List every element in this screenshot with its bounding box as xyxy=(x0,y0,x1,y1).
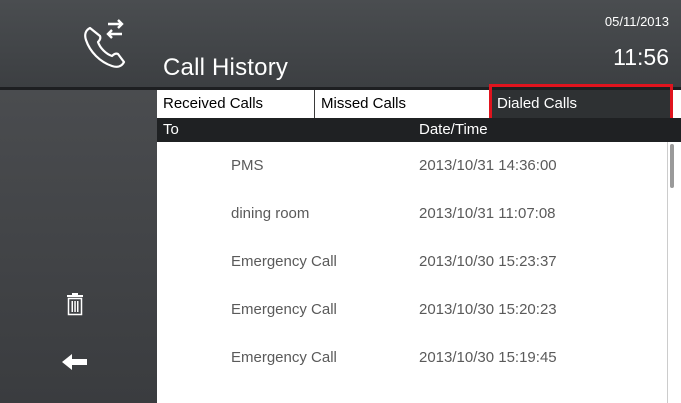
scroll-thumb[interactable] xyxy=(670,144,674,188)
list-item[interactable]: Emergency Call 2013/10/30 15:23:37 xyxy=(157,238,667,286)
page-title: Call History xyxy=(163,54,289,81)
list-item[interactable]: dining room 2013/10/31 11:07:08 xyxy=(157,190,667,238)
delete-button[interactable] xyxy=(55,288,95,320)
tab-missed-calls[interactable]: Missed Calls xyxy=(315,90,483,118)
column-header-row: To Date/Time xyxy=(157,118,681,142)
call-datetime: 2013/10/31 14:36:00 xyxy=(419,157,557,174)
header-date: 05/11/2013 xyxy=(604,14,669,29)
list-item[interactable]: Emergency Call 2013/10/30 15:19:45 xyxy=(157,334,667,382)
sidebar xyxy=(0,90,157,403)
call-to: PMS xyxy=(231,157,264,174)
call-to: Emergency Call xyxy=(231,253,337,270)
call-datetime: 2013/10/30 15:20:23 xyxy=(419,301,557,318)
list-item[interactable]: Emergency Call 2013/10/30 15:20:23 xyxy=(157,286,667,334)
scrollbar[interactable] xyxy=(667,142,681,403)
column-header-to: To xyxy=(163,121,179,138)
call-datetime: 2013/10/30 15:19:45 xyxy=(419,349,557,366)
back-button[interactable] xyxy=(55,346,95,378)
call-datetime: 2013/10/31 11:07:08 xyxy=(419,205,556,222)
call-datetime: 2013/10/30 15:23:37 xyxy=(419,253,557,270)
phone-transfer-icon xyxy=(84,19,126,68)
list-item[interactable]: PMS 2013/10/31 14:36:00 xyxy=(157,142,667,190)
call-list: PMS 2013/10/31 14:36:00 dining room 2013… xyxy=(157,142,667,403)
call-to: Emergency Call xyxy=(231,301,337,318)
call-to: Emergency Call xyxy=(231,349,337,366)
column-header-datetime: Date/Time xyxy=(419,121,488,138)
call-history-screen: Call History 05/11/2013 11:56 Received C… xyxy=(0,0,681,403)
call-to: dining room xyxy=(231,205,310,222)
header-time: 11:56 xyxy=(613,44,669,70)
tab-received-calls[interactable]: Received Calls xyxy=(157,90,315,118)
back-arrow-icon xyxy=(62,354,87,370)
trash-icon xyxy=(67,293,83,316)
header-bar: Call History 05/11/2013 11:56 xyxy=(0,0,681,87)
